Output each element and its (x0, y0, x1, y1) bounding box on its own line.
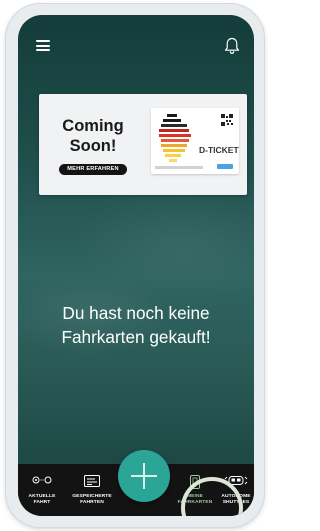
empty-message-line2: Fahrkarten gekauft! (61, 327, 211, 347)
coming-soon-banner[interactable]: Coming Soon! MEHR ERFAHREN D-TICKET (39, 94, 247, 195)
nav-label-saved-rides: GESPEICHERTE FAHRTEN (66, 494, 118, 506)
banner-title-line1: Coming (62, 117, 124, 135)
nav-item-current-ride[interactable]: AKTUELLE FAHRT (18, 464, 66, 516)
banner-title: Coming Soon! (53, 116, 133, 156)
nav-label-line2: FAHRT (33, 500, 51, 505)
empty-state-message: Du hast noch keine Fahrkarten gekauft! (18, 301, 254, 349)
nav-item-my-tickets[interactable]: MEINE FAHRKARTEN (172, 464, 218, 516)
app-screen: Coming Soon! MEHR ERFAHREN D-TICKET Du h… (18, 15, 254, 516)
nav-item-autonomous-shuttles[interactable]: AUTONOME SHUTTLES (218, 464, 254, 516)
ticket-phone-icon (190, 475, 200, 489)
germany-flag-graphic (159, 114, 191, 162)
add-ticket-button[interactable] (118, 450, 170, 502)
nav-label-autonomous-shuttles: AUTONOME SHUTTLES (218, 494, 254, 506)
nav-label-line2: FAHRTEN (80, 500, 104, 505)
ticket-label: D-TICKET (199, 145, 239, 155)
banner-title-line2: Soon! (69, 137, 117, 155)
top-bar (18, 15, 254, 71)
bell-icon[interactable] (224, 37, 240, 55)
menu-icon[interactable] (36, 40, 50, 51)
shuttle-icon (224, 476, 248, 485)
current-ride-icon (32, 476, 52, 484)
nav-label-my-tickets: MEINE FAHRKARTEN (172, 494, 218, 506)
ticket-fine-print (155, 166, 203, 169)
nav-label-line2: SHUTTLES (222, 500, 250, 505)
nav-label-current-ride: AKTUELLE FAHRT (18, 494, 66, 506)
more-info-button[interactable]: MEHR ERFAHREN (59, 164, 127, 175)
saved-rides-icon (84, 475, 100, 487)
nav-item-saved-rides[interactable]: GESPEICHERTE FAHRTEN (66, 464, 118, 516)
nav-label-line2: FAHRKARTEN (177, 500, 213, 505)
qr-code-icon (221, 114, 233, 126)
empty-message-line1: Du hast noch keine (62, 303, 210, 323)
ticket-logo (217, 164, 233, 169)
d-ticket-card: D-TICKET (151, 108, 239, 174)
